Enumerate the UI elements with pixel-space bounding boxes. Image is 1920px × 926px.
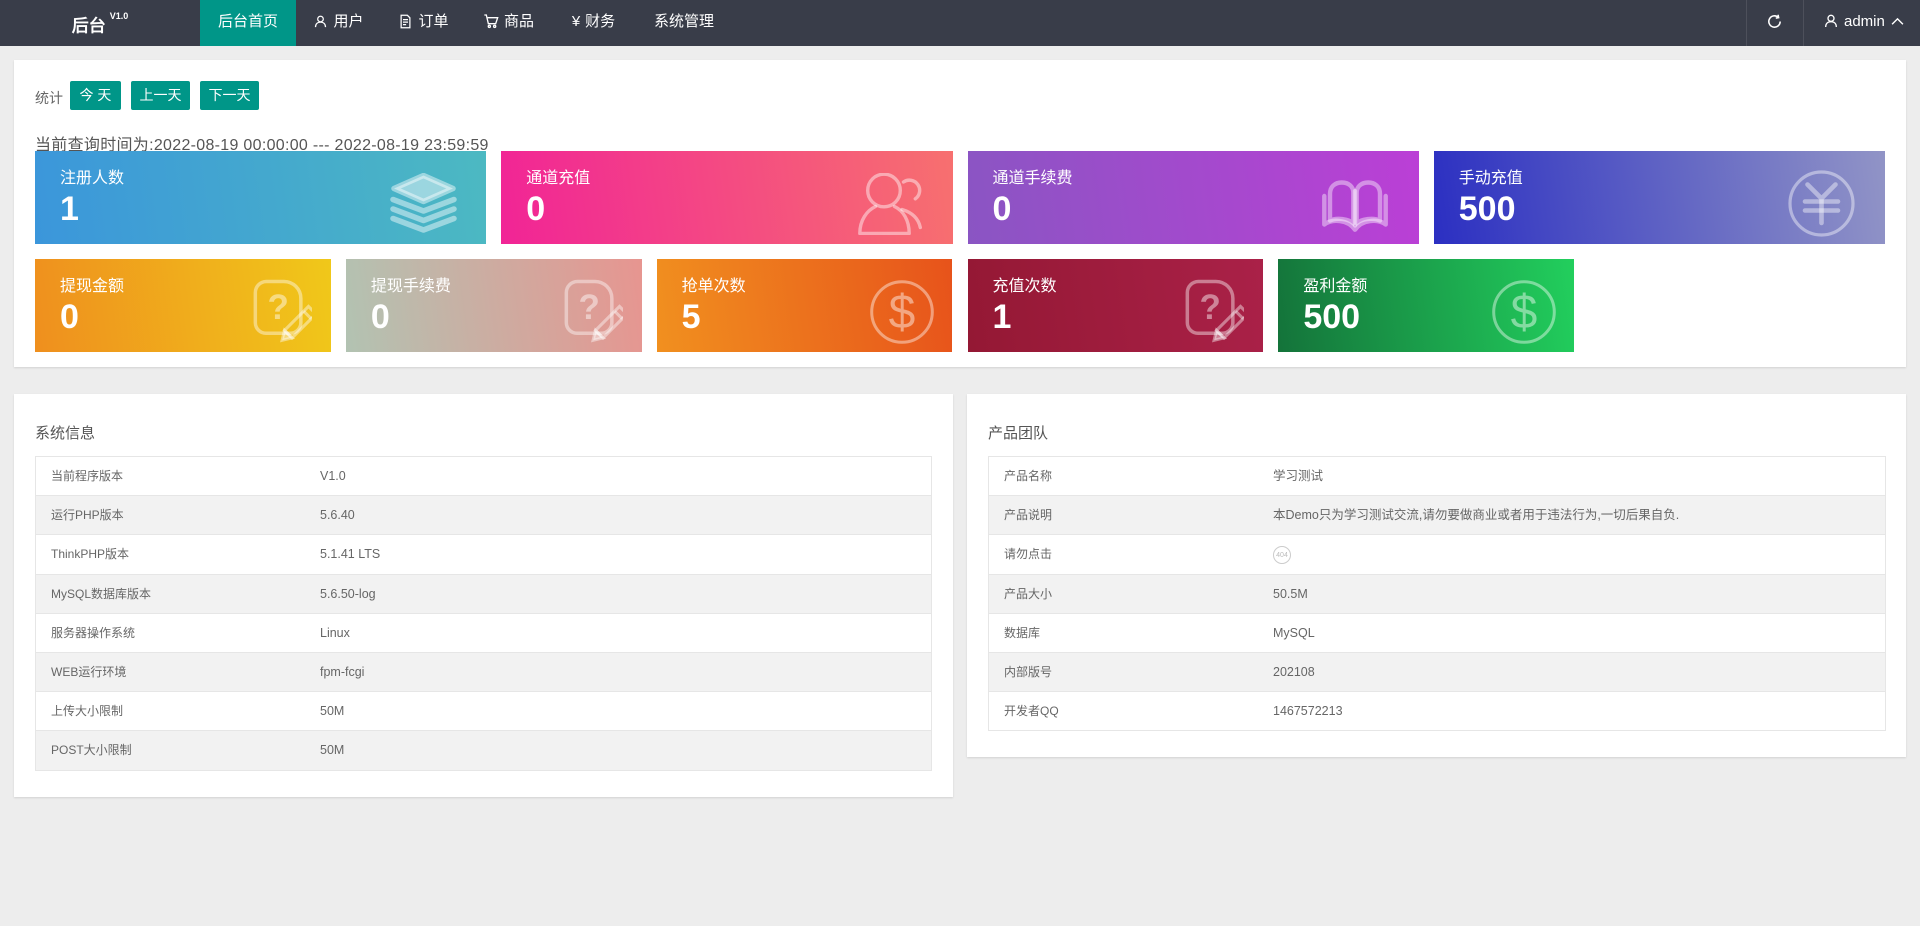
svg-text:?: ? [578,288,599,327]
svg-text:?: ? [1200,288,1221,327]
svg-text:$: $ [1511,286,1538,339]
svg-text:?: ? [267,288,288,327]
svg-text:$: $ [889,286,916,339]
